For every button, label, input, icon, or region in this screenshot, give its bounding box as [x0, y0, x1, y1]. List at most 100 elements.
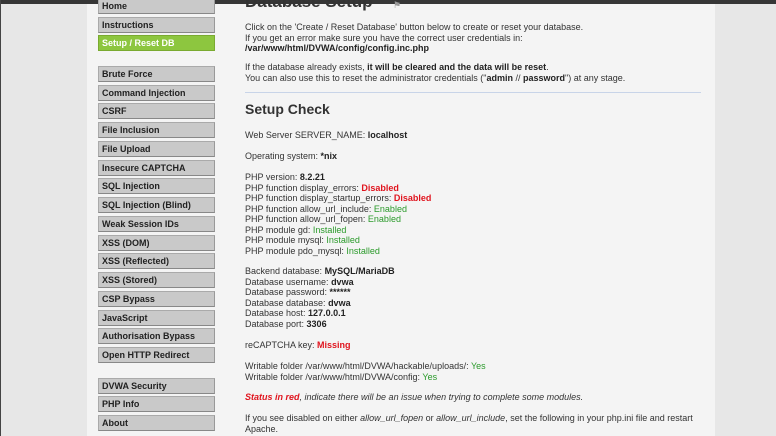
value: dvwa [331, 276, 354, 287]
reset-info: If the database already exists, it will … [245, 62, 701, 83]
credentials-text: If you get an error make sure you have t… [245, 33, 701, 54]
check-db-port: Database port: 3306 [245, 319, 701, 330]
check-pdo: PHP module pdo_mysql: Installed [245, 246, 701, 257]
text: , indicate there will be an issue when t… [299, 392, 584, 402]
check-display-startup-errors: PHP function display_startup_errors: Dis… [245, 193, 701, 204]
label: PHP function allow_url_include: [245, 203, 374, 214]
sidebar-item-open-http-redirect[interactable]: Open HTTP Redirect [98, 347, 215, 363]
sidebar-item-xss-reflected[interactable]: XSS (Reflected) [98, 253, 215, 269]
status-ok: Installed [312, 224, 347, 235]
label: PHP function allow_url_fopen: [245, 214, 368, 224]
check-config: Writable folder /var/www/html/DVWA/confi… [245, 372, 701, 383]
status-ok: Installed [326, 235, 360, 245]
label: PHP module mysql: [245, 235, 327, 245]
status-ok: Yes [470, 361, 486, 371]
sidebar-item-csp-bypass[interactable]: CSP Bypass [98, 291, 215, 307]
label: Database host: [245, 308, 309, 318]
intro: Click on the 'Create / Reset Database' b… [245, 22, 701, 54]
check-server: Web Server SERVER_NAME: localhost [245, 130, 701, 141]
text: You can also use this to reset the admin… [245, 72, 487, 83]
label: Writable folder /var/www/html/DVWA/hacka… [245, 361, 471, 371]
text: ") at any stage. [565, 72, 626, 83]
label: Backend database: [245, 266, 325, 276]
value: 3306 [306, 318, 327, 329]
setup-check-heading: Setup Check [245, 101, 330, 117]
check-allow-url-fopen: PHP function allow_url_fopen: Enabled [245, 214, 701, 225]
check-display-errors: PHP function display_errors: Disabled [245, 183, 701, 194]
sidebar-item-xss-stored[interactable]: XSS (Stored) [98, 272, 215, 288]
sidebar-item-command-injection[interactable]: Command Injection [98, 85, 215, 101]
value: *nix [320, 151, 338, 161]
value: localhost [367, 130, 408, 140]
check-recaptcha: reCAPTCHA key: Missing [245, 340, 701, 351]
check-uploads: Writable folder /var/www/html/DVWA/hacka… [245, 361, 701, 372]
exists-text: If the database already exists, it will … [245, 62, 701, 73]
config-path: /var/www/html/DVWA/config/config.inc.php [245, 43, 430, 53]
check-gd: PHP module gd: Installed [245, 225, 701, 236]
check-db-name: Database database: dvwa [245, 298, 701, 309]
reset-text: You can also use this to reset the admin… [245, 73, 701, 84]
sidebar-item-brute-force[interactable]: Brute Force [98, 66, 215, 82]
value: 127.0.0.1 [308, 308, 346, 318]
text-bold: it will be cleared and the data will be … [367, 62, 547, 72]
php-ini-note: If you see disabled on either allow_url_… [245, 413, 701, 434]
sidebar-item-file-inclusion[interactable]: File Inclusion [98, 122, 215, 138]
check-db-user: Database username: dvwa [245, 277, 701, 288]
sidebar-item-about[interactable]: About [98, 415, 215, 431]
sidebar-item-sql-injection-blind[interactable]: SQL Injection (Blind) [98, 197, 215, 213]
check-db-pass: Database password: ****** [245, 287, 701, 298]
check-allow-url-include: PHP function allow_url_include: Enabled [245, 204, 701, 215]
text: If you get an error make sure you have t… [245, 32, 523, 43]
sidebar-item-csrf[interactable]: CSRF [98, 103, 215, 119]
status-ok: Enabled [367, 214, 401, 224]
label: PHP version: [245, 172, 300, 182]
sidebar-item-instructions[interactable]: Instructions [98, 17, 215, 33]
text: . [546, 62, 549, 72]
sidebar-item-php-info[interactable]: PHP Info [98, 396, 215, 412]
help-icon[interactable]: ⚑ [393, 0, 401, 11]
text: or [423, 413, 437, 423]
sidebar-item-sql-injection[interactable]: SQL Injection [98, 178, 215, 194]
label: PHP module pdo_mysql: [245, 245, 347, 256]
label: Database password: [245, 287, 330, 297]
writable-checks: Writable folder /var/www/html/DVWA/hacka… [245, 361, 701, 382]
label: PHP module gd: [245, 224, 313, 235]
text: If you see disabled on either [245, 413, 361, 423]
value: dvwa [328, 297, 351, 308]
text: // [513, 72, 524, 83]
sidebar-item-setup-reset-db[interactable]: Setup / Reset DB [98, 35, 215, 51]
label: reCAPTCHA key: [245, 340, 318, 350]
sidebar-item-xss-dom[interactable]: XSS (DOM) [98, 235, 215, 251]
window-edge [0, 0, 1, 436]
sidebar-item-home[interactable]: Home [98, 0, 215, 14]
db-checks: Backend database: MySQL/MariaDB Database… [245, 266, 701, 329]
admin-password: password [523, 72, 566, 83]
admin-user: admin [486, 72, 514, 83]
sidebar-item-insecure-captcha[interactable]: Insecure CAPTCHA [98, 160, 215, 176]
status-ok: Installed [346, 245, 380, 256]
check-mysql: PHP module mysql: Installed [245, 235, 701, 246]
label: PHP function display_errors: [245, 182, 362, 193]
status-ok: Yes [422, 371, 438, 382]
check-db-host: Database host: 127.0.0.1 [245, 308, 701, 319]
divider [245, 92, 701, 93]
sidebar-item-dvwa-security[interactable]: DVWA Security [98, 378, 215, 394]
check-backend: Backend database: MySQL/MariaDB [245, 266, 701, 277]
text-italic: allow_url_include [436, 413, 506, 423]
sidebar-item-authorisation-bypass[interactable]: Authorisation Bypass [98, 328, 215, 344]
value: MySQL/MariaDB [324, 266, 395, 276]
sidebar-item-weak-session-ids[interactable]: Weak Session IDs [98, 216, 215, 232]
label: PHP function display_startup_errors: [245, 193, 394, 203]
label: Web Server SERVER_NAME: [245, 130, 368, 140]
sidebar-item-javascript[interactable]: JavaScript [98, 310, 215, 326]
page-title: Database Setup [245, 0, 373, 11]
label: Writable folder /var/www/html/DVWA/confi… [245, 371, 423, 382]
check-php-version: PHP version: 8.2.21 [245, 172, 701, 183]
check-os: Operating system: *nix [245, 151, 701, 162]
php-checks: PHP version: 8.2.21 PHP function display… [245, 172, 701, 256]
status-note: Status in red, indicate there will be an… [245, 392, 701, 403]
status-bad: Disabled [361, 182, 399, 193]
label: Database username: [245, 276, 332, 287]
value: ****** [329, 287, 351, 297]
sidebar-item-file-upload[interactable]: File Upload [98, 141, 215, 157]
